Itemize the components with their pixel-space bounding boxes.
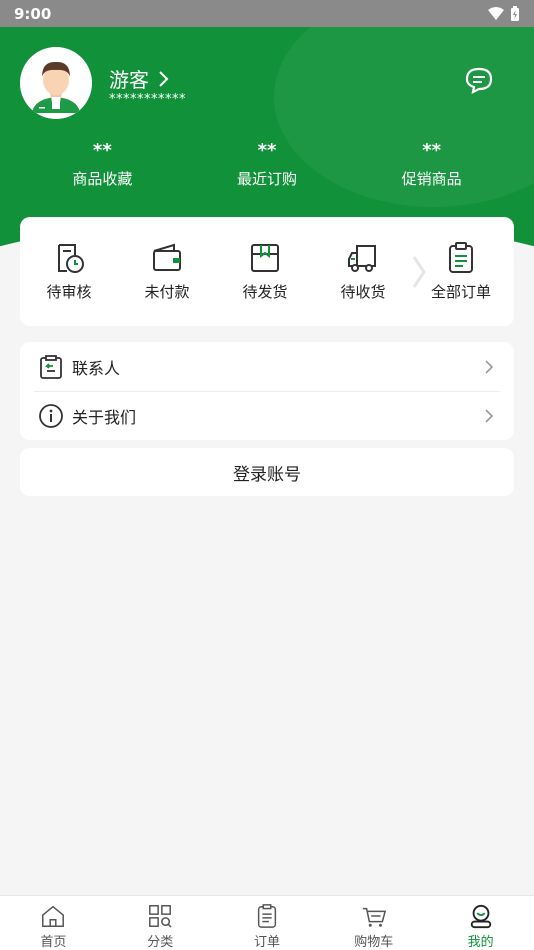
tab-label: 订单 [253, 935, 280, 950]
order-label: 待审核 [46, 283, 92, 301]
separator-arrow-icon [412, 256, 426, 288]
order-icon [257, 904, 277, 928]
order-label: 未付款 [144, 283, 190, 301]
menu-card: 联系人 关于我们 [20, 342, 514, 440]
stat-label: 商品收藏 [72, 170, 133, 188]
battery-icon [511, 5, 519, 21]
pending-review-icon [58, 244, 84, 273]
wifi-icon [488, 6, 504, 20]
tab-label: 购物车 [354, 935, 394, 950]
tab-profile[interactable]: 我的 [427, 896, 534, 950]
stat-value: ** [257, 140, 277, 161]
stat-promotions[interactable]: ** 促销商品 [349, 140, 514, 189]
chevron-right-icon [159, 70, 169, 87]
order-to-ship[interactable]: 待发货 [216, 241, 314, 302]
stat-value: ** [92, 140, 112, 161]
login-label: 登录账号 [233, 464, 301, 485]
stat-label: 促销商品 [401, 170, 462, 188]
tab-label: 分类 [147, 935, 174, 950]
message-button[interactable] [463, 64, 495, 96]
clipboard-list-icon [449, 242, 473, 273]
wallet-icon [153, 243, 181, 271]
order-pending-review[interactable]: 待审核 [20, 241, 118, 302]
order-unpaid[interactable]: 未付款 [118, 241, 216, 302]
user-name-text: 游客 [109, 68, 149, 92]
stat-favorites[interactable]: ** 商品收藏 [20, 140, 185, 189]
tab-orders[interactable]: 订单 [214, 896, 321, 950]
login-button[interactable]: 登录账号 [20, 448, 514, 496]
avatar-icon [20, 47, 92, 119]
order-label: 待收货 [340, 283, 386, 301]
user-phone: *********** [109, 92, 186, 107]
contact-clipboard-icon [40, 354, 62, 379]
tab-home[interactable]: 首页 [0, 896, 107, 950]
chevron-right-icon [485, 359, 494, 374]
stats-row: ** 商品收藏 ** 最近订购 ** 促销商品 [20, 140, 514, 189]
status-time: 9:00 [14, 4, 52, 23]
stat-label: 最近订购 [237, 170, 298, 188]
tab-label: 首页 [40, 935, 67, 950]
orders-card: 待审核 未付款 待发货 待收货 全部订单 [20, 217, 514, 326]
message-icon [465, 67, 493, 94]
bottom-tab-bar: 首页 分类 订单 购物车 我的 [0, 895, 534, 950]
order-label: 全部订单 [430, 283, 491, 301]
menu-item-about[interactable]: 关于我们 [34, 391, 500, 440]
stat-value: ** [422, 140, 442, 161]
home-icon [42, 905, 65, 927]
tab-cart[interactable]: 购物车 [320, 896, 427, 950]
info-icon [39, 404, 63, 428]
stat-recent-orders[interactable]: ** 最近订购 [185, 140, 350, 189]
status-bar: 9:00 [0, 0, 534, 27]
category-icon [149, 905, 172, 928]
cart-icon [362, 907, 386, 927]
tab-category[interactable]: 分类 [107, 896, 214, 950]
status-icons [488, 5, 520, 22]
tab-label: 我的 [467, 935, 494, 950]
avatar[interactable] [20, 47, 92, 119]
order-label: 待发货 [242, 283, 288, 301]
profile-icon [470, 904, 491, 929]
truck-icon [348, 245, 376, 272]
package-icon [251, 244, 279, 272]
menu-item-contacts[interactable]: 联系人 [20, 342, 514, 391]
menu-label: 关于我们 [72, 408, 137, 427]
chevron-right-icon [485, 409, 494, 423]
order-to-receive[interactable]: 待收货 [314, 241, 412, 302]
menu-label: 联系人 [72, 358, 121, 378]
user-name[interactable]: 游客 [109, 64, 169, 93]
